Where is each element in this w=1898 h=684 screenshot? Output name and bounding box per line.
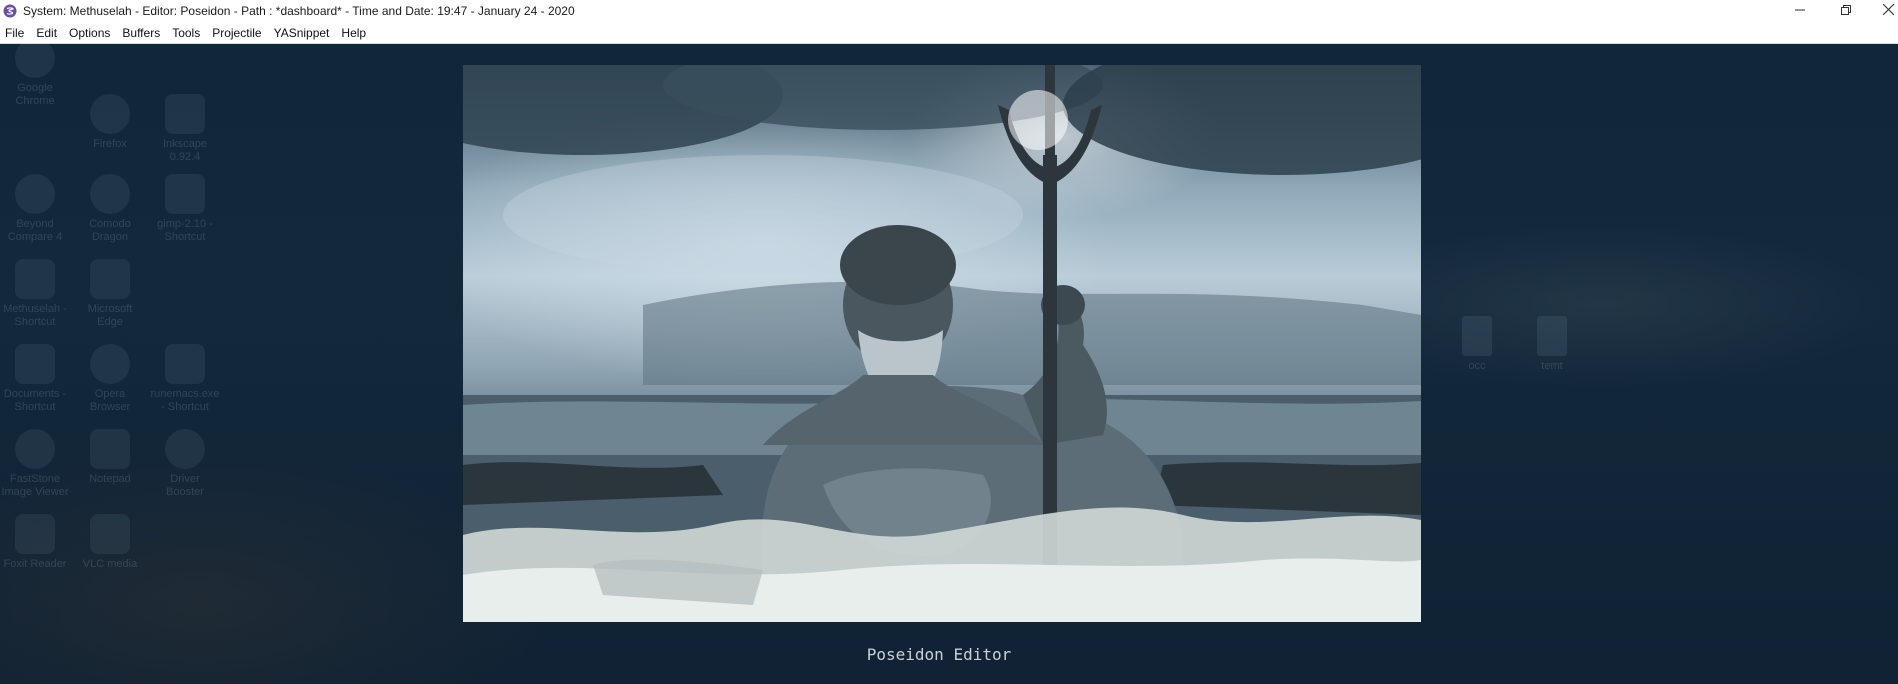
menu-file[interactable]: File xyxy=(0,22,30,44)
edge-icon xyxy=(90,259,130,299)
inkscape-icon xyxy=(165,94,205,134)
dashboard-buffer[interactable]: Google Chrome Firefox Inkscape 0.92.4 Be… xyxy=(0,44,1898,684)
desktop-folder: temt xyxy=(1527,316,1577,372)
chrome-icon xyxy=(15,44,55,78)
folder-icon xyxy=(1462,316,1492,356)
driver-booster-icon xyxy=(165,429,205,469)
foxit-icon xyxy=(15,514,55,554)
menu-yasnippet[interactable]: YASnippet xyxy=(268,22,336,44)
desktop-icon: Driver Booster xyxy=(150,429,220,499)
desktop-icon: Documents - Shortcut xyxy=(0,344,70,414)
desktop-folder: occ xyxy=(1452,316,1502,372)
notepad-icon xyxy=(90,429,130,469)
faststone-icon xyxy=(15,429,55,469)
folder-icon xyxy=(1537,316,1567,356)
emacs-shortcut-icon xyxy=(165,344,205,384)
dashboard-banner-image xyxy=(463,65,1421,622)
menu-edit[interactable]: Edit xyxy=(30,22,63,44)
emacs-icon xyxy=(3,4,17,18)
poseidon-illustration xyxy=(463,65,1421,622)
firefox-icon xyxy=(90,94,130,134)
menu-projectile[interactable]: Projectile xyxy=(206,22,267,44)
window-title: System: Methuselah - Editor: Poseidon - … xyxy=(23,4,575,18)
desktop-icon: Google Chrome xyxy=(0,44,70,108)
close-icon xyxy=(1882,2,1894,20)
desktop-icon: Beyond Compare 4 xyxy=(0,174,70,244)
desktop-icon: gimp-2.10 - Shortcut xyxy=(150,174,220,244)
menu-options[interactable]: Options xyxy=(63,22,116,44)
dashboard-caption: Poseidon Editor xyxy=(866,645,1012,664)
comodo-dragon-icon xyxy=(90,174,130,214)
restore-icon xyxy=(1841,2,1851,20)
minimize-icon xyxy=(1795,2,1805,20)
desktop-icon: FastStone Image Viewer xyxy=(0,429,70,499)
menu-buffers[interactable]: Buffers xyxy=(116,22,166,44)
desktop-icon: runemacs.exe - Shortcut xyxy=(150,344,220,414)
menu-tools[interactable]: Tools xyxy=(166,22,206,44)
desktop-icon: Foxit Reader xyxy=(0,514,70,571)
vlc-icon xyxy=(90,514,130,554)
desktop-icon: Opera Browser xyxy=(75,344,145,414)
desktop-icon: Microsoft Edge xyxy=(75,259,145,329)
desktop-icon: VLC media xyxy=(75,514,145,571)
beyond-compare-icon xyxy=(15,174,55,214)
desktop-icon: Notepad xyxy=(75,429,145,486)
window-title-bar[interactable]: System: Methuselah - Editor: Poseidon - … xyxy=(0,0,1898,22)
menu-help[interactable]: Help xyxy=(335,22,372,44)
close-button[interactable] xyxy=(1866,0,1898,22)
opera-icon xyxy=(90,344,130,384)
minimize-button[interactable] xyxy=(1778,0,1822,22)
documents-icon xyxy=(15,344,55,384)
desktop-icon: Firefox xyxy=(75,94,145,151)
gimp-icon xyxy=(165,174,205,214)
desktop-icon: Inkscape 0.92.4 xyxy=(150,94,220,164)
desktop-icon: Methuselah - Shortcut xyxy=(0,259,70,329)
menu-bar: File Edit Options Buffers Tools Projecti… xyxy=(0,22,1898,44)
desktop-icon: Comodo Dragon xyxy=(75,174,145,244)
folder-shortcut-icon xyxy=(15,259,55,299)
restore-button[interactable] xyxy=(1824,0,1868,22)
